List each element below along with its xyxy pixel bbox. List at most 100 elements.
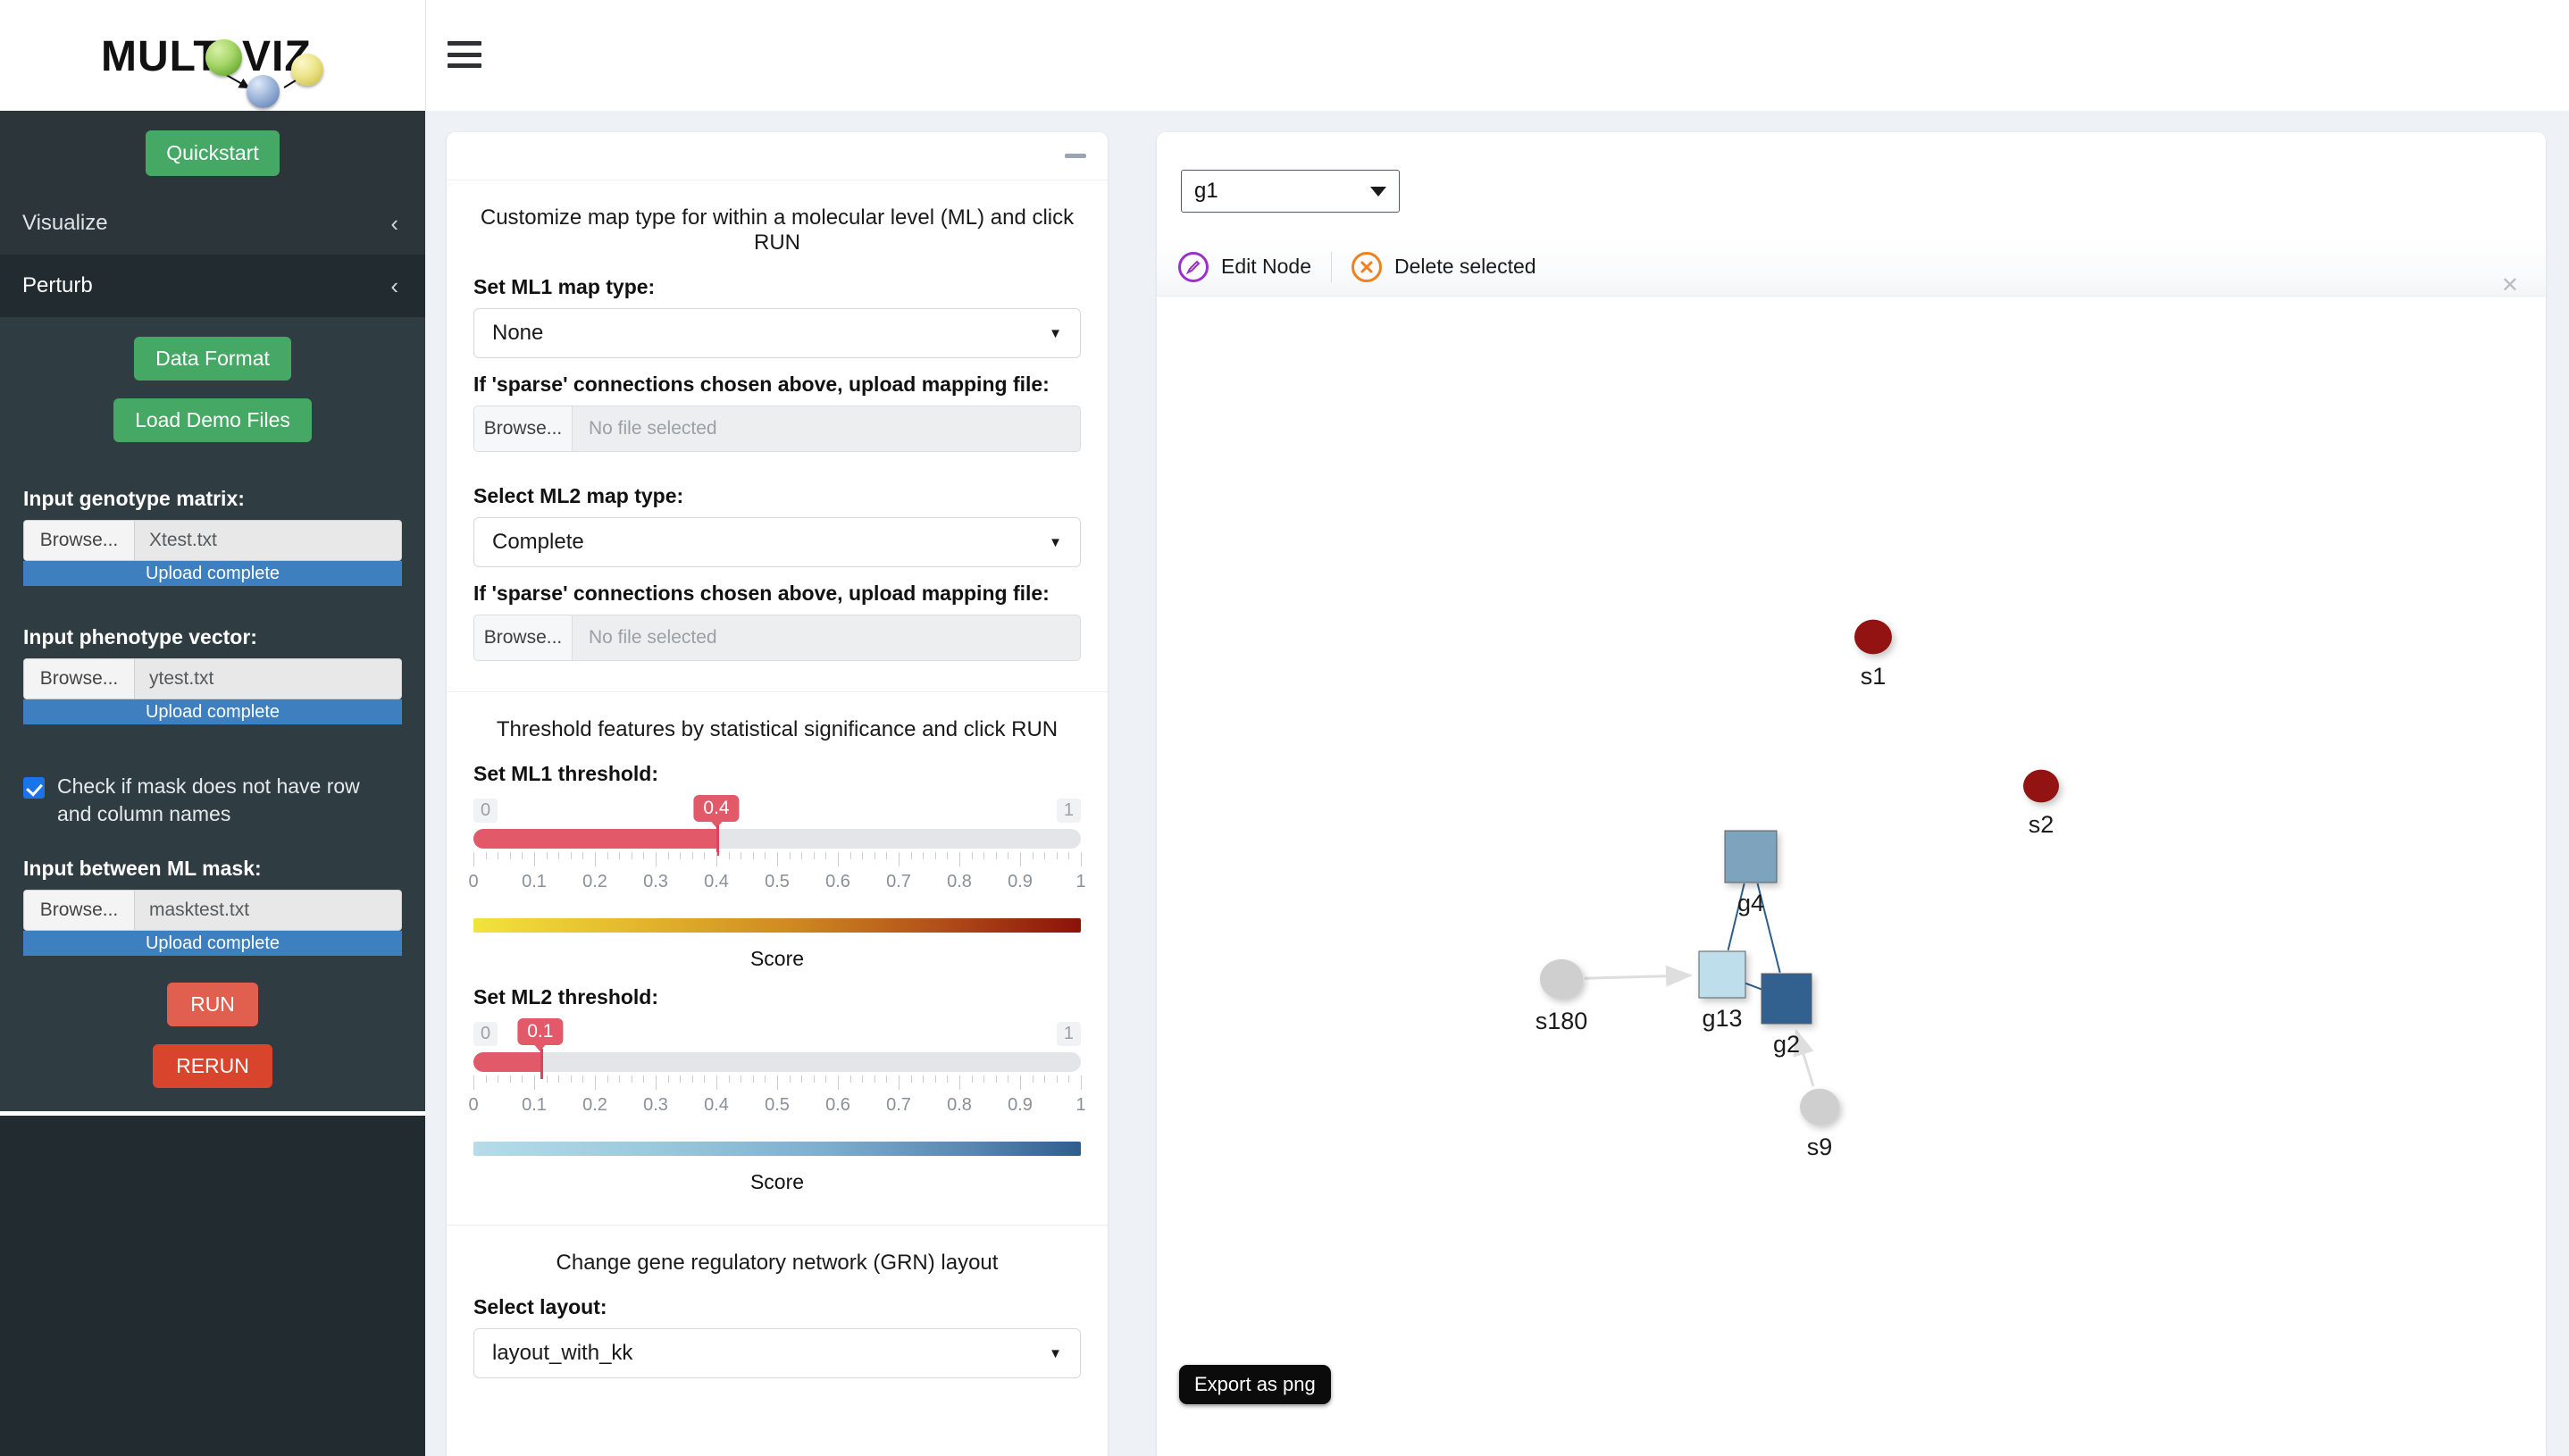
slider-tick (704, 1075, 706, 1083)
ml2-map-type-value: Complete (492, 530, 584, 554)
ml1-slider-value-bubble: 0.4 (693, 795, 740, 822)
edit-node-label: Edit Node (1221, 255, 1312, 278)
ml1-slider-track[interactable] (473, 825, 1081, 856)
phenotype-vector-file-input[interactable]: Browse... ytest.txt (23, 658, 402, 699)
chevron-down-icon: ▼ (1049, 325, 1062, 341)
minimize-icon[interactable] (1065, 154, 1086, 158)
x-circle-icon (1351, 251, 1383, 282)
slider-tick-label: 1 (1075, 872, 1086, 891)
slider-tick-label: 0.8 (947, 872, 972, 891)
network-graph-canvas[interactable]: s1 s2 g4 g13 g2 s180 s9 (1157, 297, 2546, 1456)
slider-tick (509, 1075, 511, 1083)
phenotype-browse-button[interactable]: Browse... (24, 659, 135, 699)
graph-node-g4[interactable] (1724, 830, 1778, 883)
slider-tick (522, 852, 523, 859)
export-as-png-button[interactable]: Export as png (1179, 1365, 1331, 1404)
graph-node-s180[interactable] (1540, 958, 1583, 1000)
slider-tick (777, 852, 778, 866)
graph-node-label-s9: s9 (1807, 1134, 1833, 1160)
rerun-button[interactable]: RERUN (153, 1044, 272, 1089)
ml1-map-type-select[interactable]: None ▼ (473, 308, 1081, 358)
node-select-value: g1 (1194, 179, 1218, 203)
ml1-slider-tick-labels: 0 0.1 0.2 0.3 0.4 0.5 0.6 0.7 0.8 0.9 1 (468, 872, 1085, 895)
edit-node-button[interactable]: Edit Node (1178, 251, 1331, 282)
slider-tick (582, 1075, 584, 1083)
genotype-upload-status: Upload complete (23, 561, 402, 586)
slider-tick (534, 852, 535, 866)
quickstart-button[interactable]: Quickstart (146, 130, 280, 176)
slider-tick (534, 1075, 535, 1090)
toolbar-divider (1331, 251, 1333, 282)
slider-tick (934, 852, 936, 859)
ml1-mapping-file-label: If 'sparse' connections chosen above, up… (473, 372, 1050, 396)
slider-tick (558, 852, 560, 859)
mask-header-checkbox[interactable] (23, 777, 45, 799)
delete-selected-button[interactable]: Delete selected (1351, 251, 1556, 282)
ml1-threshold-slider-block: Set ML1 threshold: 0 1 0.4 0 0.1 0.2 0.3 0.4… (447, 762, 1108, 971)
close-icon[interactable]: ✕ (2501, 275, 2519, 297)
slider-tick (947, 1075, 949, 1083)
rerun-row: RERUN (0, 1026, 425, 1111)
ml1-mapping-browse-button[interactable]: Browse... (474, 406, 573, 451)
slider-tick (595, 1075, 596, 1090)
slider-tick-label: 0.3 (643, 872, 668, 891)
graph-node-s2[interactable] (2023, 769, 2059, 803)
delete-selected-label: Delete selected (1394, 255, 1536, 278)
hamburger-menu-icon[interactable] (448, 41, 481, 68)
ml2-slider-handle[interactable] (540, 1049, 543, 1079)
graph-node-g13[interactable] (1698, 950, 1746, 999)
ml1-mapping-file-input[interactable]: Browse... No file selected (473, 406, 1081, 452)
ml1-score-colorbar (473, 918, 1081, 933)
data-format-row: Data Format (0, 337, 425, 381)
mask-header-checkbox-row[interactable]: Check if mask does not have row and colu… (0, 760, 425, 835)
ml2-slider-track[interactable] (473, 1049, 1081, 1079)
slider-tick (934, 1075, 936, 1083)
grn-layout-title: Change gene regulatory network (GRN) lay… (556, 1251, 999, 1275)
ml1-slider-handle[interactable] (716, 825, 719, 856)
slider-tick (923, 852, 925, 859)
slider-tick-label: 0.4 (704, 872, 729, 891)
ml2-mapping-file-input[interactable]: Browse... No file selected (473, 615, 1081, 661)
run-row: RUN (0, 956, 425, 1027)
mask-browse-button[interactable]: Browse... (24, 891, 135, 931)
customize-map-type-title: Customize map type for within a molecula… (480, 205, 1075, 255)
slider-tick-label: 0.2 (582, 1095, 607, 1115)
slider-tick (789, 1075, 791, 1083)
graph-node-s1[interactable] (1854, 619, 1892, 655)
slider-tick-label: 0.6 (825, 1095, 850, 1115)
perturb-panel: Data Format Load Demo Files Input genoty… (0, 317, 425, 1112)
ml1-slider-min: 0 (473, 799, 498, 823)
slider-tick (983, 852, 985, 859)
graph-node-label-g4: g4 (1737, 890, 1764, 916)
slider-tick (485, 852, 487, 859)
sidebar: MULTI VIZ Quickstart Visualize ‹ Perturb… (0, 0, 425, 1456)
slider-tick-label: 1 (1075, 1095, 1086, 1115)
top-bar (425, 0, 2569, 111)
graph-node-label-g13: g13 (1702, 1005, 1742, 1032)
graph-node-g2[interactable] (1761, 973, 1812, 1025)
genotype-browse-button[interactable]: Browse... (24, 521, 135, 560)
layout-select[interactable]: layout_with_kk ▼ (473, 1328, 1081, 1378)
ml2-slider-max: 1 (1056, 1022, 1081, 1046)
data-format-button[interactable]: Data Format (134, 337, 291, 381)
sidebar-item-visualize[interactable]: Visualize ‹ (0, 192, 425, 255)
slider-tick (849, 852, 851, 859)
slider-tick (874, 852, 875, 859)
ml2-threshold-label: Set ML2 threshold: (473, 985, 659, 1008)
slider-tick-label: 0.2 (582, 872, 607, 891)
between-ml-mask-file-input[interactable]: Browse... masktest.txt (23, 890, 402, 932)
ml2-threshold-slider-block: Set ML2 threshold: 0 1 0.1 0 0.1 0.2 0.3 0.4… (447, 985, 1108, 1194)
run-button[interactable]: RUN (167, 983, 258, 1027)
slider-tick (983, 1075, 985, 1083)
graph-node-s9[interactable] (1800, 1088, 1839, 1125)
load-demo-files-button[interactable]: Load Demo Files (113, 398, 312, 442)
ml2-map-type-select[interactable]: Complete ▼ (473, 517, 1081, 567)
sidebar-item-perturb[interactable]: Perturb ‹ (0, 255, 425, 317)
genotype-filename: Xtest.txt (149, 530, 217, 550)
slider-tick (813, 852, 815, 859)
ml2-mapping-browse-button[interactable]: Browse... (474, 615, 573, 660)
phenotype-vector-label: Input phenotype vector: (23, 625, 257, 649)
slider-tick (1068, 852, 1070, 859)
genotype-matrix-file-input[interactable]: Browse... Xtest.txt (23, 520, 402, 561)
node-select-dropdown[interactable]: g1 (1181, 170, 1400, 213)
